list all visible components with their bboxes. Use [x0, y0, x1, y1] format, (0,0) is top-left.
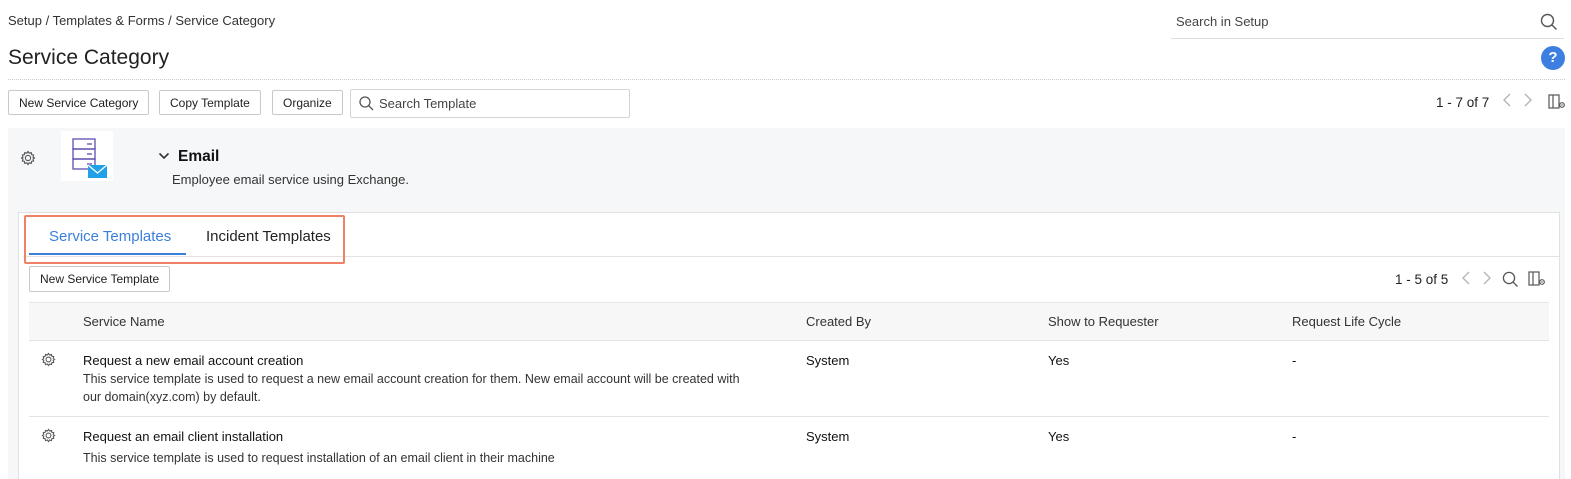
- gear-icon[interactable]: [41, 428, 56, 446]
- search-icon: [359, 96, 374, 114]
- new-service-template-button[interactable]: New Service Template: [29, 266, 171, 292]
- created-by: System: [806, 353, 850, 368]
- row-divider: [29, 416, 1549, 417]
- show-to-requester: Yes: [1048, 353, 1070, 368]
- breadcrumb: Setup / Templates & Forms / Service Cate…: [8, 13, 276, 28]
- gear-icon[interactable]: [41, 352, 56, 370]
- category-image: [61, 131, 113, 181]
- chevron-left-icon[interactable]: [1461, 270, 1471, 291]
- category-description: Employee email service using Exchange.: [172, 172, 410, 187]
- service-description: This service template is used to request…: [83, 372, 740, 386]
- column-header-created-by[interactable]: Created By: [806, 314, 871, 329]
- page-title: Service Category: [8, 46, 170, 69]
- template-search: [350, 89, 630, 118]
- request-life-cycle: -: [1292, 429, 1297, 444]
- column-settings-icon[interactable]: [1528, 271, 1546, 290]
- copy-template-button[interactable]: Copy Template: [159, 90, 261, 115]
- service-name[interactable]: Request a new email account creation: [83, 353, 303, 368]
- search-icon[interactable]: [1540, 13, 1558, 34]
- service-name[interactable]: Request an email client installation: [83, 429, 283, 444]
- setup-search: [1171, 4, 1564, 39]
- chevron-right-icon[interactable]: [1482, 270, 1492, 291]
- new-service-category-button[interactable]: New Service Category: [8, 90, 150, 115]
- tabs-highlight-box: [24, 215, 345, 264]
- help-icon[interactable]: ?: [1541, 46, 1565, 70]
- created-by: System: [806, 429, 850, 444]
- title-divider: [8, 79, 1565, 80]
- category-name[interactable]: Email: [178, 148, 219, 166]
- organize-button[interactable]: Organize: [272, 90, 343, 115]
- header-divider: [29, 340, 1549, 341]
- setup-search-input[interactable]: [1171, 4, 1564, 38]
- server-mail-icon: [61, 138, 113, 184]
- chevron-left-icon[interactable]: [1502, 92, 1512, 113]
- column-header-service-name[interactable]: Service Name: [83, 314, 165, 329]
- template-search-input[interactable]: [351, 90, 629, 117]
- gear-icon[interactable]: [20, 150, 36, 169]
- column-header-show-to-requester[interactable]: Show to Requester: [1048, 314, 1159, 329]
- chevron-down-icon[interactable]: [158, 150, 170, 164]
- service-description: our domain(xyz.com) by default.: [83, 390, 261, 404]
- templates-pagination: 1 - 5 of 5: [1395, 272, 1449, 287]
- column-header-request-life-cycle[interactable]: Request Life Cycle: [1292, 314, 1401, 329]
- category-pagination: 1 - 7 of 7: [1436, 95, 1490, 110]
- column-settings-icon[interactable]: [1548, 94, 1566, 113]
- search-icon[interactable]: [1502, 271, 1519, 291]
- chevron-right-icon[interactable]: [1523, 92, 1533, 113]
- service-description: This service template is used to request…: [83, 451, 555, 465]
- request-life-cycle: -: [1292, 353, 1297, 368]
- show-to-requester: Yes: [1048, 429, 1070, 444]
